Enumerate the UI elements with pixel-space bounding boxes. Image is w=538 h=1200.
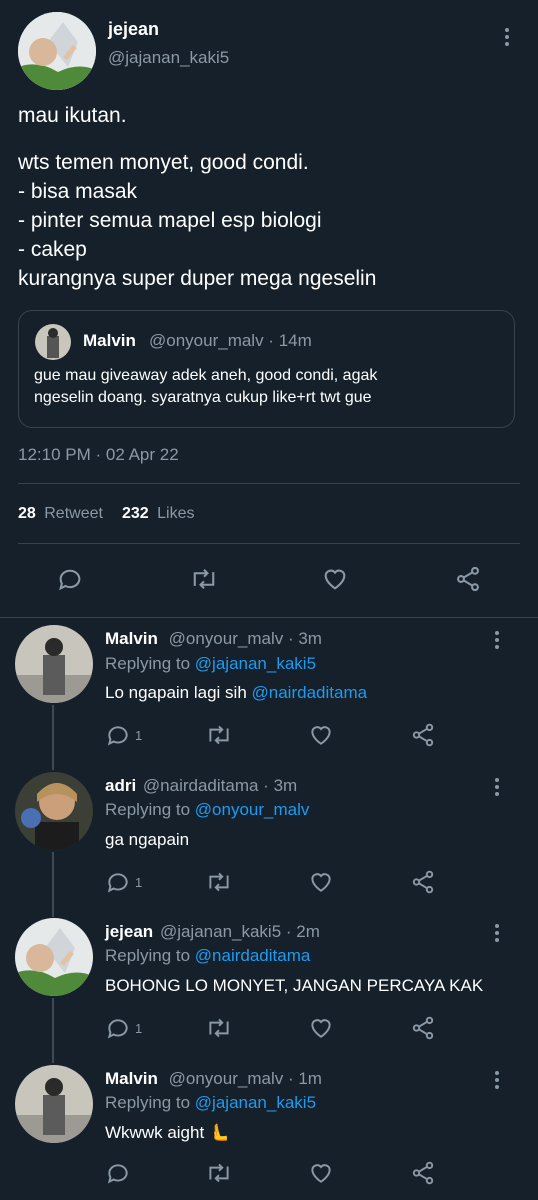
replying-to: Replying to @nairdaditama xyxy=(105,946,310,966)
reply-text: BOHONG LO MONYET, JANGAN PERCAYA KAK xyxy=(105,976,483,996)
divider xyxy=(18,483,520,484)
replying-to: Replying to @jajanan_kaki5 xyxy=(105,654,316,674)
reply-header: Malvin @onyour_malv · 3m xyxy=(105,629,322,649)
reply-header: adri @nairdaditama · 3m xyxy=(105,776,297,796)
share-icon[interactable] xyxy=(454,565,482,593)
reply-author-name[interactable]: adri xyxy=(105,776,136,795)
reply-icon[interactable] xyxy=(105,1015,131,1041)
reply-header: jejean @jajanan_kaki5 · 2m xyxy=(105,922,320,942)
author-handle[interactable]: @jajanan_kaki5 xyxy=(108,48,229,68)
reply-icon[interactable] xyxy=(105,1160,131,1186)
replying-to: Replying to @onyour_malv xyxy=(105,800,309,820)
reply-text: Lo ngapain lagi sih @nairdaditama xyxy=(105,683,367,703)
reply-icon[interactable] xyxy=(105,722,131,748)
like-icon[interactable] xyxy=(308,869,334,895)
reply-icon[interactable] xyxy=(105,869,131,895)
retweet-label: Retweet xyxy=(44,505,103,522)
reply-count: 1 xyxy=(135,1021,143,1036)
thread-connector xyxy=(52,705,54,770)
retweet-icon[interactable] xyxy=(205,869,233,895)
like-stats[interactable]: 232 Likes xyxy=(122,505,195,523)
quoted-text-line: ngeselin doang. syaratnya cukup like+rt … xyxy=(34,389,372,406)
replying-to-handle[interactable]: @nairdaditama xyxy=(195,946,311,965)
avatar[interactable] xyxy=(15,1065,93,1143)
reply-text-body: ga ngapain xyxy=(105,830,190,849)
retweet-icon[interactable] xyxy=(205,722,233,748)
replying-to-label: Replying to xyxy=(105,654,191,673)
more-options-icon[interactable] xyxy=(494,1071,500,1092)
replying-to-label: Replying to xyxy=(105,946,191,965)
reply-author-name[interactable]: Malvin xyxy=(105,629,158,648)
reply-text: ga ngapain xyxy=(105,830,189,850)
like-icon[interactable] xyxy=(308,1015,334,1041)
divider xyxy=(0,617,538,618)
like-icon[interactable] xyxy=(321,565,349,593)
tweet-body: wts temen monyet, good condi. - bisa mas… xyxy=(18,148,376,293)
like-icon[interactable] xyxy=(308,1160,334,1186)
quoted-tweet[interactable]: Malvin @onyour_malv · 14m gue mau giveaw… xyxy=(18,310,515,428)
like-count: 232 xyxy=(122,505,149,522)
replying-to: Replying to @jajanan_kaki5 xyxy=(105,1093,316,1113)
more-options-icon[interactable] xyxy=(494,778,500,799)
avatar-image xyxy=(18,12,96,90)
replying-to-handle[interactable]: @jajanan_kaki5 xyxy=(195,1093,316,1112)
tweet-timestamp: 12:10 PM · 02 Apr 22 xyxy=(18,445,179,464)
retweet-icon[interactable] xyxy=(205,1160,233,1186)
retweet-stats[interactable]: 28 Retweet xyxy=(18,505,103,523)
author-name[interactable]: jejean xyxy=(108,19,159,40)
avatar[interactable] xyxy=(15,772,93,850)
retweet-icon[interactable] xyxy=(205,1015,233,1041)
reply-count: 1 xyxy=(135,875,143,890)
avatar[interactable] xyxy=(15,625,93,703)
quoted-text-line: gue mau giveaway adek aneh, good condi, … xyxy=(34,367,378,384)
avatar[interactable] xyxy=(18,12,96,90)
tweet-text-line: - pinter semua mapel esp biologi xyxy=(18,209,322,232)
reply-header: Malvin @onyour_malv · 1m xyxy=(105,1069,322,1089)
tweet-text-line: kurangnya super duper mega ngeselin xyxy=(18,267,377,290)
reply-icon[interactable] xyxy=(56,565,84,593)
retweet-icon[interactable] xyxy=(189,565,219,593)
avatar[interactable] xyxy=(15,918,93,996)
retweet-count: 28 xyxy=(18,505,36,522)
tweet-text-line: mau ikutan. xyxy=(18,104,127,127)
reply-text: Wkwwk aight 🫷 xyxy=(105,1123,230,1143)
replying-to-handle[interactable]: @onyour_malv xyxy=(195,800,310,819)
thread-connector xyxy=(52,998,54,1063)
reply-text-body: BOHONG LO MONYET, JANGAN PERCAYA KAK xyxy=(105,976,484,995)
quoted-handle-time: @onyour_malv · 14m xyxy=(149,331,312,350)
more-options-icon[interactable] xyxy=(494,924,500,945)
mention-link[interactable]: @nairdaditama xyxy=(252,683,368,702)
reply-text-body: Wkwwk aight 🫷 xyxy=(105,1123,231,1142)
more-options-icon[interactable] xyxy=(504,28,510,49)
reply-handle-time[interactable]: @onyour_malv · 3m xyxy=(169,629,322,648)
reply-handle-time[interactable]: @onyour_malv · 1m xyxy=(169,1069,322,1088)
quoted-avatar xyxy=(35,324,71,360)
like-icon[interactable] xyxy=(308,722,334,748)
replying-to-handle[interactable]: @jajanan_kaki5 xyxy=(195,654,316,673)
replying-to-label: Replying to xyxy=(105,800,191,819)
reply-author-name[interactable]: Malvin xyxy=(105,1069,158,1088)
share-icon[interactable] xyxy=(410,1015,436,1041)
thread-connector xyxy=(52,852,54,917)
tweet-text-line: - cakep xyxy=(18,238,87,261)
tweet-text-line: wts temen monyet, good condi. xyxy=(18,151,309,174)
reply-author-name[interactable]: jejean xyxy=(105,922,153,941)
more-options-icon[interactable] xyxy=(494,631,500,652)
reply-count: 1 xyxy=(135,728,143,743)
reply-handle-time[interactable]: @nairdaditama · 3m xyxy=(143,776,297,795)
reply-text-body: Lo ngapain lagi sih xyxy=(105,683,252,702)
tweet-text-line: - bisa masak xyxy=(18,180,138,203)
share-icon[interactable] xyxy=(410,1160,436,1186)
share-icon[interactable] xyxy=(410,722,436,748)
reply-handle-time[interactable]: @jajanan_kaki5 · 2m xyxy=(160,922,320,941)
share-icon[interactable] xyxy=(410,869,436,895)
replying-to-label: Replying to xyxy=(105,1093,191,1112)
like-label: Likes xyxy=(157,505,195,522)
divider xyxy=(18,543,520,544)
quoted-author-name: Malvin xyxy=(83,331,136,350)
